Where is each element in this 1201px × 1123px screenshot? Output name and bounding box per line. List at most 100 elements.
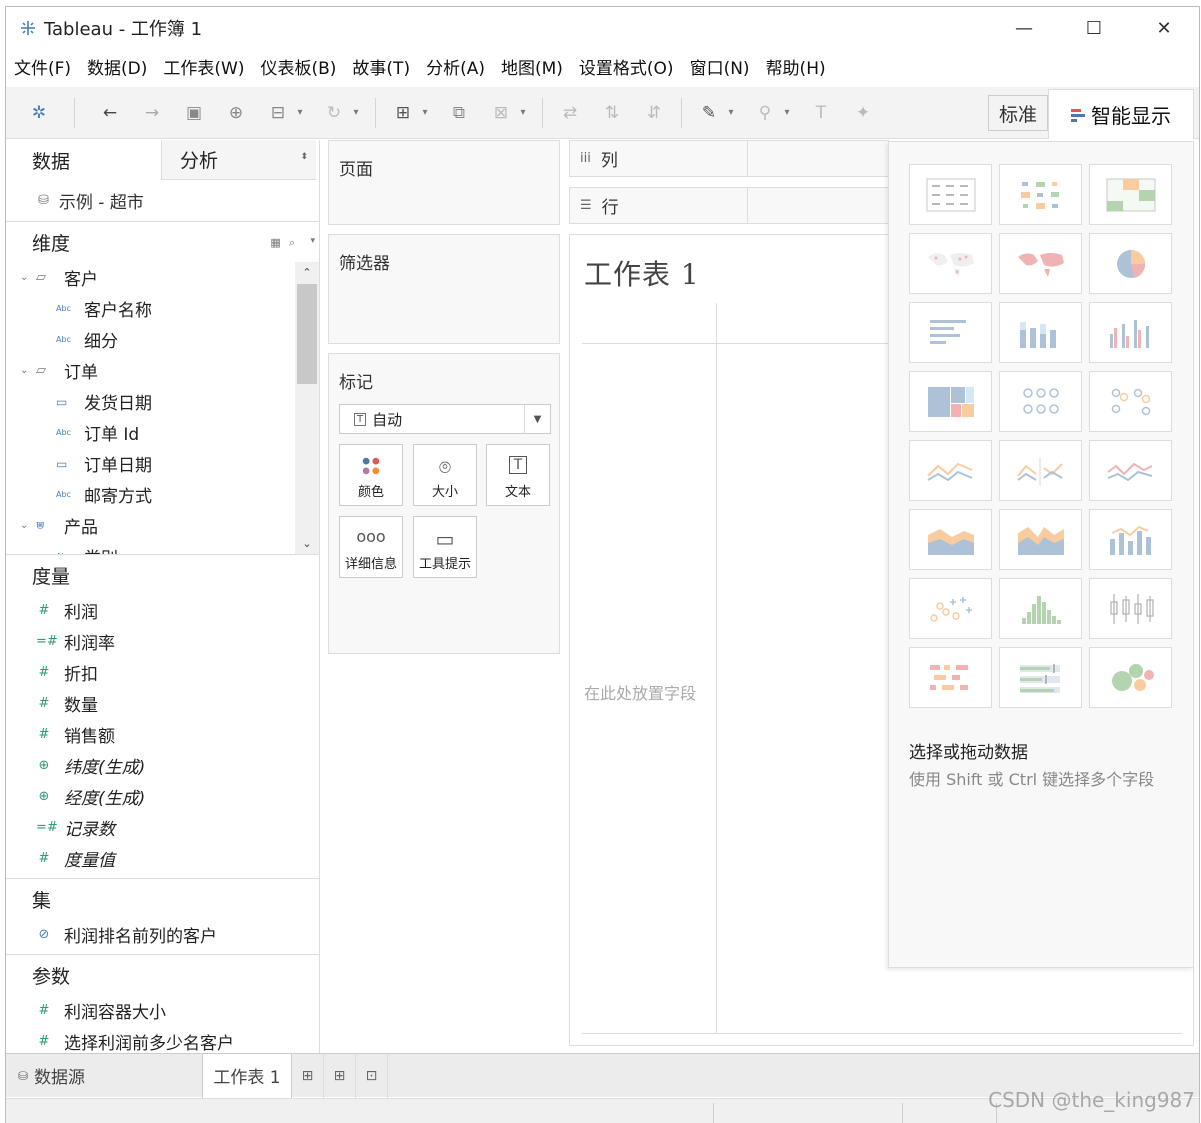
mark-type-dropdown[interactable]: T 自动 ▼ — [339, 404, 551, 434]
new-worksheet-icon[interactable]: ⊞ — [388, 98, 418, 128]
sort-descending-icon[interactable]: ⇵ — [639, 98, 669, 128]
measure-field[interactable]: ⊕ 纬度(生成) — [6, 750, 319, 781]
measure-field[interactable]: # 利润 — [6, 595, 319, 626]
save-icon[interactable]: ▣ — [179, 98, 209, 128]
dropdown-arrow-icon[interactable]: ▾ — [418, 98, 432, 128]
chevron-down-icon[interactable]: ⌄ — [20, 520, 32, 531]
undo-icon[interactable]: ← — [95, 98, 125, 128]
dimensions-scrollbar[interactable]: ⌃ ⌄ — [295, 262, 319, 554]
highlight-icon[interactable]: ✎ — [694, 98, 724, 128]
symbol-map-chart-option[interactable] — [909, 233, 992, 294]
parameter-field[interactable]: # 利润容器大小 — [6, 995, 319, 1026]
dimension-field[interactable]: Abc 细分 — [6, 324, 319, 355]
menu-file[interactable]: 文件(F) — [6, 54, 79, 79]
dropdown-arrow-icon[interactable]: ▾ — [293, 98, 307, 128]
packed-bubbles-chart-option[interactable] — [1089, 647, 1172, 708]
close-button[interactable]: ✕ — [1129, 7, 1199, 49]
refresh-icon[interactable]: ↻ — [319, 98, 349, 128]
drop-field-hint[interactable]: 在此处放置字段 — [584, 680, 696, 704]
dimensions-menu-icon[interactable]: ▾ — [310, 236, 315, 246]
menu-help[interactable]: 帮助(H) — [758, 54, 834, 79]
redo-icon[interactable]: → — [137, 98, 167, 128]
tab-analysis[interactable]: 分析 ⬍ — [161, 140, 316, 180]
new-dashboard-icon[interactable]: ⊞ — [324, 1053, 356, 1098]
highlight-table-chart-option[interactable] — [1089, 164, 1172, 225]
side-by-side-bars-chart-option[interactable] — [1089, 302, 1172, 363]
dual-combination-chart-option[interactable] — [1089, 509, 1172, 570]
dual-lines-chart-option[interactable] — [1089, 440, 1172, 501]
show-mark-labels-icon[interactable]: T — [806, 98, 836, 128]
detail-button[interactable]: ooo 详细信息 — [339, 516, 403, 578]
clear-sheet-icon[interactable]: ⊠ — [486, 98, 516, 128]
menu-data[interactable]: 数据(D) — [79, 54, 155, 79]
menu-analysis[interactable]: 分析(A) — [418, 54, 493, 79]
chevron-down-icon[interactable]: ⌄ — [20, 365, 32, 376]
set-field[interactable]: ⊘ 利润排名前列的客户 — [6, 919, 319, 950]
stacked-bars-chart-option[interactable] — [999, 302, 1082, 363]
filters-shelf[interactable]: 筛选器 — [328, 234, 560, 344]
pause-updates-icon[interactable]: ⊟ — [263, 98, 293, 128]
datasource-item[interactable]: ⛁ 示例 - 超市 — [6, 180, 319, 222]
treemap-chart-option[interactable] — [909, 371, 992, 432]
dimension-field[interactable]: ▭ 发货日期 — [6, 386, 319, 417]
text-table-chart-option[interactable] — [909, 164, 992, 225]
worksheet-title[interactable]: 工作表 1 — [584, 253, 700, 293]
menu-window[interactable]: 窗口(N) — [682, 54, 758, 79]
datasource-tab[interactable]: ⛁ 数据源 — [6, 1054, 202, 1098]
measure-field[interactable]: # 销售额 — [6, 719, 319, 750]
new-worksheet-icon[interactable]: ⊞ — [292, 1053, 324, 1098]
menu-format[interactable]: 设置格式(O) — [571, 54, 682, 79]
dimension-field[interactable]: Abc 客户名称 — [6, 293, 319, 324]
dimension-folder-customer[interactable]: ⌄ ▱ 客户 — [6, 262, 319, 293]
pie-chart-option[interactable] — [1089, 233, 1172, 294]
horizontal-bars-chart-option[interactable] — [909, 302, 992, 363]
tab-data[interactable]: 数据 — [6, 140, 161, 180]
box-plot-chart-option[interactable] — [1089, 578, 1172, 639]
menu-worksheet[interactable]: 工作表(W) — [155, 54, 252, 79]
side-by-side-circles-chart-option[interactable] — [1089, 371, 1172, 432]
dropdown-arrow-icon[interactable]: ▾ — [780, 98, 794, 128]
scatter-plot-chart-option[interactable] — [909, 578, 992, 639]
dropdown-arrow-icon[interactable]: ▾ — [516, 98, 530, 128]
menu-map[interactable]: 地图(M) — [493, 54, 571, 79]
area-continuous-chart-option[interactable] — [909, 509, 992, 570]
measure-field[interactable]: # 折扣 — [6, 657, 319, 688]
filled-map-chart-option[interactable] — [999, 233, 1082, 294]
heat-map-chart-option[interactable] — [999, 164, 1082, 225]
list-view-icon[interactable]: ▦ — [270, 236, 280, 250]
size-button[interactable]: ⌾ 大小 — [413, 444, 477, 506]
worksheet-tab[interactable]: 工作表 1 — [202, 1053, 292, 1098]
circle-views-chart-option[interactable] — [999, 371, 1082, 432]
group-members-icon[interactable]: ⚲ — [750, 98, 780, 128]
chevron-down-icon[interactable]: ▼ — [524, 405, 550, 433]
measure-field[interactable]: ⊕ 经度(生成) — [6, 781, 319, 812]
dimension-field[interactable]: Abc 类别 — [6, 541, 319, 554]
dimension-field[interactable]: Abc 订单 Id — [6, 417, 319, 448]
swap-rows-columns-icon[interactable]: ⇄ — [555, 98, 585, 128]
dropdown-arrow-icon[interactable]: ▾ — [349, 98, 363, 128]
tableau-home-icon[interactable]: ✲ — [24, 98, 54, 128]
scroll-down-icon[interactable]: ⌄ — [295, 537, 319, 550]
rows-shelf[interactable]: ☰ 行 — [569, 187, 889, 224]
menu-story[interactable]: 故事(T) — [344, 54, 418, 79]
columns-shelf[interactable]: iii 列 — [569, 140, 889, 177]
dimension-field[interactable]: ▭ 订单日期 — [6, 448, 319, 479]
minimize-button[interactable]: — — [989, 7, 1059, 49]
scroll-thumb[interactable] — [297, 284, 317, 384]
bullet-graph-chart-option[interactable] — [999, 647, 1082, 708]
duplicate-sheet-icon[interactable]: ⧉ — [444, 98, 474, 128]
measure-field[interactable]: # 度量值 — [6, 843, 319, 874]
gantt-chart-option[interactable] — [909, 647, 992, 708]
dropdown-arrow-icon[interactable]: ▾ — [724, 98, 738, 128]
line-discrete-chart-option[interactable] — [999, 440, 1082, 501]
search-icon[interactable]: ⌕ — [289, 236, 295, 250]
area-discrete-chart-option[interactable] — [999, 509, 1082, 570]
fit-standard-dropdown[interactable]: 标准 — [988, 95, 1048, 131]
dimension-folder-product[interactable]: ⌄ ⩐ 产品 — [6, 510, 319, 541]
pin-axes-icon[interactable]: ✦ — [848, 98, 878, 128]
measure-field[interactable]: # 数量 — [6, 688, 319, 719]
measure-field[interactable]: =# 记录数 — [6, 812, 319, 843]
new-story-icon[interactable]: ⊡ — [356, 1053, 388, 1098]
histogram-chart-option[interactable] — [999, 578, 1082, 639]
chevron-down-icon[interactable]: ⌄ — [20, 272, 32, 283]
